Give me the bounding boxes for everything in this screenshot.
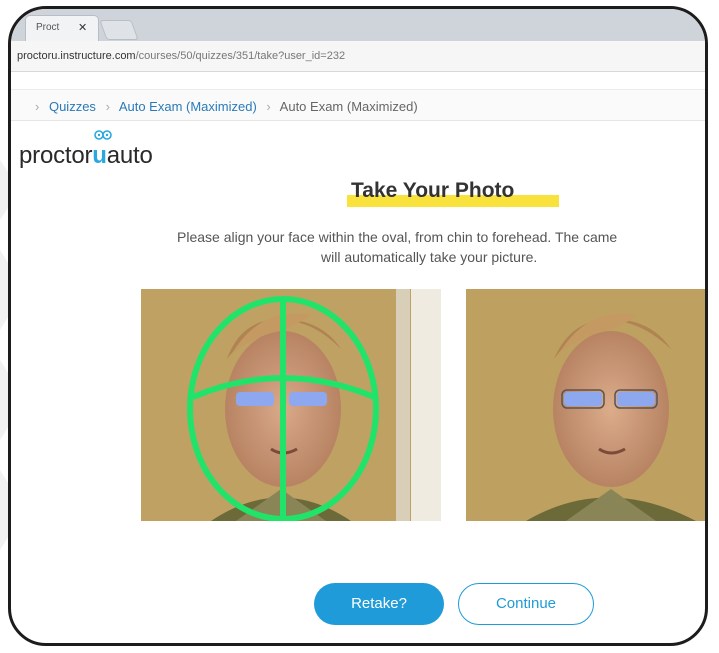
retake-button[interactable]: Retake?	[314, 583, 444, 625]
logo-text-u: u	[92, 130, 113, 169]
browser-tab[interactable]: Proct ✕	[25, 15, 99, 41]
breadcrumb: › Quizzes › Auto Exam (Maximized) › Auto…	[11, 89, 705, 121]
url-path: /courses/50/quizzes/351/take?user_id=232	[135, 50, 346, 62]
breadcrumb-quizzes[interactable]: Quizzes	[49, 99, 96, 114]
url-host: proctoru.instructure.com	[17, 50, 136, 62]
captured-photo	[466, 289, 705, 521]
page-title: Take Your Photo	[351, 179, 515, 202]
live-camera-feed	[141, 289, 441, 521]
owl-icon	[94, 130, 113, 140]
tab-title: Proct	[36, 22, 60, 33]
logo-text-proctor: proctor	[19, 142, 93, 169]
tab-bar: Proct ✕	[11, 9, 705, 41]
close-icon[interactable]: ✕	[78, 21, 87, 34]
breadcrumb-auto-exam[interactable]: Auto Exam (Maximized)	[119, 99, 257, 114]
breadcrumb-separator: ›	[266, 99, 271, 114]
url-text: proctoru.instructure.com/courses/50/quiz…	[17, 50, 345, 62]
instruction-line-2: will automatically take your picture.	[321, 249, 538, 265]
new-tab-button[interactable]	[99, 20, 139, 40]
address-bar[interactable]: proctoru.instructure.com/courses/50/quiz…	[11, 41, 705, 72]
browser-window: Proct ✕ proctoru.instructure.com/courses…	[8, 6, 708, 646]
proctoru-auto-logo: proctor uauto	[19, 130, 153, 170]
breadcrumb-separator: ›	[105, 99, 110, 114]
instruction-line-1: Please align your face within the oval, …	[177, 229, 618, 245]
logo-text-auto: auto	[106, 142, 153, 169]
continue-button[interactable]: Continue	[458, 583, 594, 625]
breadcrumb-separator: ›	[35, 99, 40, 114]
breadcrumb-current: Auto Exam (Maximized)	[279, 99, 418, 114]
